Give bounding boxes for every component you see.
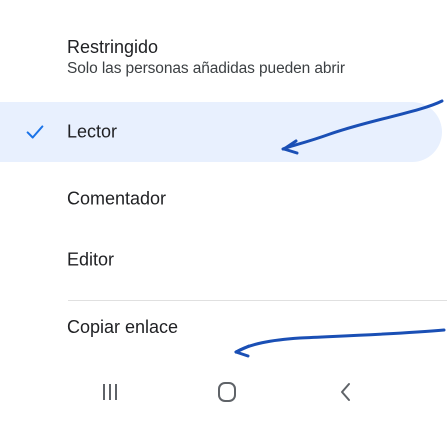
home-icon <box>218 382 236 402</box>
check-icon <box>26 125 44 139</box>
system-navigation-bar <box>0 367 447 423</box>
access-type-description: Solo las personas añadidas pueden abrir <box>67 60 345 77</box>
back-chevron-icon <box>341 383 350 401</box>
access-header: Restringido Solo las personas añadidas p… <box>67 36 345 79</box>
role-option-label: Comentador <box>67 188 167 209</box>
section-divider <box>68 300 447 301</box>
role-option-comentador[interactable]: Comentador <box>0 169 447 229</box>
role-option-editor[interactable]: Editor <box>0 230 447 290</box>
recents-button[interactable] <box>86 375 134 409</box>
share-access-screen: Restringido Solo las personas añadidas p… <box>0 0 447 423</box>
recents-icon <box>103 384 117 400</box>
access-type-title: Restringido <box>67 37 159 57</box>
role-option-lector[interactable]: Lector <box>0 102 442 162</box>
home-button[interactable] <box>203 375 251 409</box>
role-option-label: Lector <box>67 121 118 142</box>
back-button[interactable] <box>322 375 370 409</box>
role-option-label: Editor <box>67 249 115 270</box>
copy-link-button[interactable]: Copiar enlace <box>67 312 178 342</box>
annotation-arrow-copy-link <box>234 328 446 358</box>
